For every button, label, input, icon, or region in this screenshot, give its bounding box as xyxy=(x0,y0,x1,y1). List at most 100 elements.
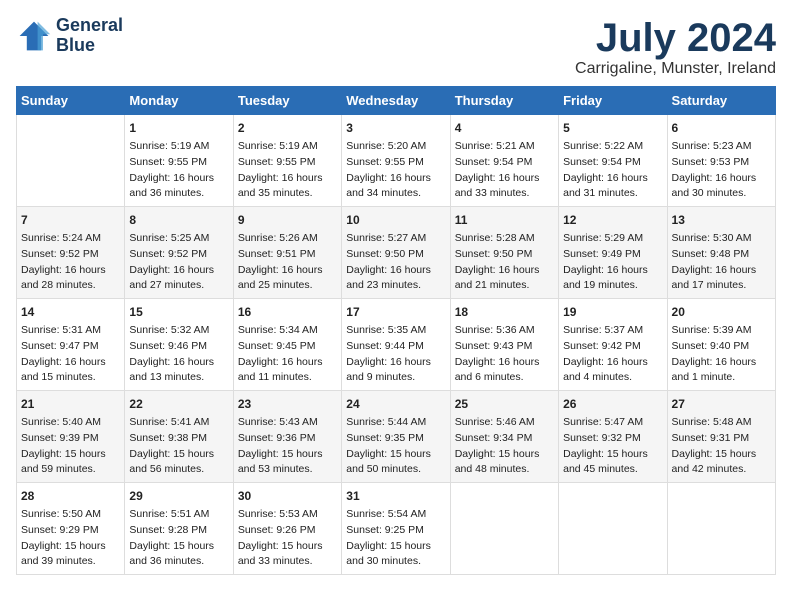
day-number: 30 xyxy=(238,487,337,505)
calendar-cell xyxy=(667,483,775,575)
page-header: General Blue July 2024 Carrigaline, Muns… xyxy=(16,16,776,78)
calendar-cell: 4 Sunrise: 5:21 AM Sunset: 9:54 PM Daylig… xyxy=(450,115,558,207)
calendar-table: SundayMondayTuesdayWednesdayThursdayFrid… xyxy=(16,86,776,575)
day-info: Sunrise: 5:44 AM Sunset: 9:35 PM Dayligh… xyxy=(346,415,445,478)
day-info: Sunrise: 5:20 AM Sunset: 9:55 PM Dayligh… xyxy=(346,139,445,202)
calendar-cell: 10Sunrise: 5:27 AM Sunset: 9:50 PM Dayli… xyxy=(342,207,450,299)
day-number: 12 xyxy=(563,211,662,229)
day-number: 20 xyxy=(672,303,771,321)
day-number: 28 xyxy=(21,487,120,505)
day-info: Sunrise: 5:19 AM Sunset: 9:55 PM Dayligh… xyxy=(238,139,337,202)
day-info: Sunrise: 5:51 AM Sunset: 9:28 PM Dayligh… xyxy=(129,507,228,570)
day-number: 24 xyxy=(346,395,445,413)
day-number: 25 xyxy=(455,395,554,413)
day-info: Sunrise: 5:21 AM Sunset: 9:54 PM Dayligh… xyxy=(455,139,554,202)
day-number: 9 xyxy=(238,211,337,229)
day-info: Sunrise: 5:35 AM Sunset: 9:44 PM Dayligh… xyxy=(346,323,445,386)
calendar-cell: 6 Sunrise: 5:23 AM Sunset: 9:53 PM Daylig… xyxy=(667,115,775,207)
logo-text: General Blue xyxy=(56,16,123,56)
calendar-cell: 29 Sunrise: 5:51 AM Sunset: 9:28 PM Dayli… xyxy=(125,483,233,575)
day-info: Sunrise: 5:40 AM Sunset: 9:39 PM Dayligh… xyxy=(21,415,120,478)
calendar-cell: 16 Sunrise: 5:34 AM Sunset: 9:45 PM Dayli… xyxy=(233,299,341,391)
day-info: Sunrise: 5:19 AM Sunset: 9:55 PM Dayligh… xyxy=(129,139,228,202)
day-number: 31 xyxy=(346,487,445,505)
calendar-cell: 31 Sunrise: 5:54 AM Sunset: 9:25 PM Dayli… xyxy=(342,483,450,575)
calendar-cell: 15 Sunrise: 5:32 AM Sunset: 9:46 PM Dayli… xyxy=(125,299,233,391)
calendar-cell: 5 Sunrise: 5:22 AM Sunset: 9:54 PM Daylig… xyxy=(559,115,667,207)
day-number: 13 xyxy=(672,211,771,229)
col-header-sunday: Sunday xyxy=(17,87,125,115)
day-info: Sunrise: 5:26 AM Sunset: 9:51 PM Dayligh… xyxy=(238,231,337,294)
day-info: Sunrise: 5:32 AM Sunset: 9:46 PM Dayligh… xyxy=(129,323,228,386)
day-info: Sunrise: 5:43 AM Sunset: 9:36 PM Dayligh… xyxy=(238,415,337,478)
col-header-monday: Monday xyxy=(125,87,233,115)
day-info: Sunrise: 5:31 AM Sunset: 9:47 PM Dayligh… xyxy=(21,323,120,386)
day-info: Sunrise: 5:53 AM Sunset: 9:26 PM Dayligh… xyxy=(238,507,337,570)
day-number: 26 xyxy=(563,395,662,413)
day-number: 17 xyxy=(346,303,445,321)
calendar-cell: 18 Sunrise: 5:36 AM Sunset: 9:43 PM Dayli… xyxy=(450,299,558,391)
day-number: 11 xyxy=(455,211,554,229)
calendar-cell xyxy=(559,483,667,575)
day-info: Sunrise: 5:23 AM Sunset: 9:53 PM Dayligh… xyxy=(672,139,771,202)
day-info: Sunrise: 5:24 AM Sunset: 9:52 PM Dayligh… xyxy=(21,231,120,294)
calendar-cell: 11 Sunrise: 5:28 AM Sunset: 9:50 PM Dayli… xyxy=(450,207,558,299)
day-info: Sunrise: 5:34 AM Sunset: 9:45 PM Dayligh… xyxy=(238,323,337,386)
calendar-cell: 20 Sunrise: 5:39 AM Sunset: 9:40 PM Dayli… xyxy=(667,299,775,391)
calendar-cell: 14 Sunrise: 5:31 AM Sunset: 9:47 PM Dayli… xyxy=(17,299,125,391)
day-info: Sunrise: 5:39 AM Sunset: 9:40 PM Dayligh… xyxy=(672,323,771,386)
week-row-2: 7 Sunrise: 5:24 AM Sunset: 9:52 PM Daylig… xyxy=(17,207,776,299)
calendar-cell: 19Sunrise: 5:37 AM Sunset: 9:42 PM Dayli… xyxy=(559,299,667,391)
day-number: 7 xyxy=(21,211,120,229)
day-info: Sunrise: 5:22 AM Sunset: 9:54 PM Dayligh… xyxy=(563,139,662,202)
calendar-cell: 2 Sunrise: 5:19 AM Sunset: 9:55 PM Daylig… xyxy=(233,115,341,207)
day-number: 15 xyxy=(129,303,228,321)
logo: General Blue xyxy=(16,16,123,56)
day-number: 4 xyxy=(455,119,554,137)
day-number: 21 xyxy=(21,395,120,413)
col-header-thursday: Thursday xyxy=(450,87,558,115)
subtitle: Carrigaline, Munster, Ireland xyxy=(575,60,776,78)
calendar-cell: 26 Sunrise: 5:47 AM Sunset: 9:32 PM Dayli… xyxy=(559,391,667,483)
day-number: 19 xyxy=(563,303,662,321)
day-info: Sunrise: 5:29 AM Sunset: 9:49 PM Dayligh… xyxy=(563,231,662,294)
day-number: 6 xyxy=(672,119,771,137)
day-info: Sunrise: 5:41 AM Sunset: 9:38 PM Dayligh… xyxy=(129,415,228,478)
week-row-4: 21 Sunrise: 5:40 AM Sunset: 9:39 PM Dayli… xyxy=(17,391,776,483)
calendar-cell: 12 Sunrise: 5:29 AM Sunset: 9:49 PM Dayli… xyxy=(559,207,667,299)
week-row-3: 14 Sunrise: 5:31 AM Sunset: 9:47 PM Dayli… xyxy=(17,299,776,391)
calendar-cell: 24 Sunrise: 5:44 AM Sunset: 9:35 PM Dayli… xyxy=(342,391,450,483)
title-block: July 2024 Carrigaline, Munster, Ireland xyxy=(575,16,776,78)
day-number: 18 xyxy=(455,303,554,321)
col-header-friday: Friday xyxy=(559,87,667,115)
day-number: 16 xyxy=(238,303,337,321)
week-row-5: 28Sunrise: 5:50 AM Sunset: 9:29 PM Dayli… xyxy=(17,483,776,575)
day-info: Sunrise: 5:30 AM Sunset: 9:48 PM Dayligh… xyxy=(672,231,771,294)
calendar-cell: 13 Sunrise: 5:30 AM Sunset: 9:48 PM Dayli… xyxy=(667,207,775,299)
calendar-cell: 22 Sunrise: 5:41 AM Sunset: 9:38 PM Dayli… xyxy=(125,391,233,483)
calendar-cell xyxy=(450,483,558,575)
day-number: 22 xyxy=(129,395,228,413)
col-header-wednesday: Wednesday xyxy=(342,87,450,115)
calendar-cell: 28Sunrise: 5:50 AM Sunset: 9:29 PM Dayli… xyxy=(17,483,125,575)
day-info: Sunrise: 5:25 AM Sunset: 9:52 PM Dayligh… xyxy=(129,231,228,294)
day-number: 23 xyxy=(238,395,337,413)
day-number: 29 xyxy=(129,487,228,505)
day-info: Sunrise: 5:28 AM Sunset: 9:50 PM Dayligh… xyxy=(455,231,554,294)
week-row-1: 1 Sunrise: 5:19 AM Sunset: 9:55 PM Daylig… xyxy=(17,115,776,207)
day-number: 14 xyxy=(21,303,120,321)
day-info: Sunrise: 5:46 AM Sunset: 9:34 PM Dayligh… xyxy=(455,415,554,478)
day-number: 5 xyxy=(563,119,662,137)
calendar-cell: 7 Sunrise: 5:24 AM Sunset: 9:52 PM Daylig… xyxy=(17,207,125,299)
day-number: 8 xyxy=(129,211,228,229)
col-header-saturday: Saturday xyxy=(667,87,775,115)
day-info: Sunrise: 5:47 AM Sunset: 9:32 PM Dayligh… xyxy=(563,415,662,478)
day-info: Sunrise: 5:36 AM Sunset: 9:43 PM Dayligh… xyxy=(455,323,554,386)
calendar-cell: 21 Sunrise: 5:40 AM Sunset: 9:39 PM Dayli… xyxy=(17,391,125,483)
calendar-cell: 3Sunrise: 5:20 AM Sunset: 9:55 PM Daylig… xyxy=(342,115,450,207)
day-info: Sunrise: 5:54 AM Sunset: 9:25 PM Dayligh… xyxy=(346,507,445,570)
calendar-cell: 9 Sunrise: 5:26 AM Sunset: 9:51 PM Daylig… xyxy=(233,207,341,299)
day-number: 10 xyxy=(346,211,445,229)
day-number: 1 xyxy=(129,119,228,137)
day-number: 2 xyxy=(238,119,337,137)
